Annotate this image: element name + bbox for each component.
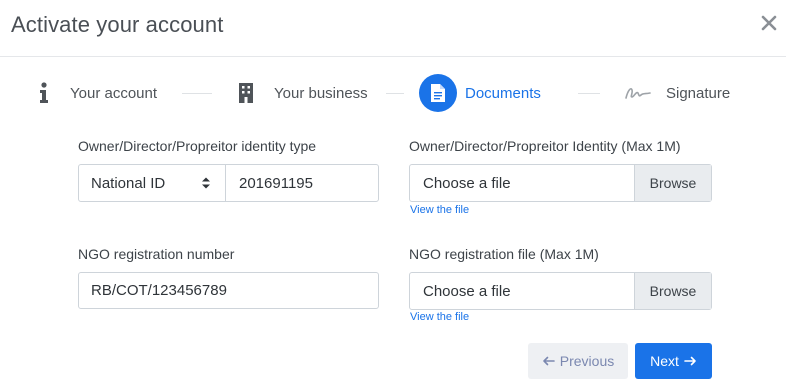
identity-file-input[interactable]: Choose a file Browse	[409, 164, 712, 202]
step-label-signature: Signature	[666, 84, 731, 102]
step-signature[interactable]: Signature	[625, 72, 730, 114]
arrow-right-icon	[684, 356, 696, 366]
identity-number-input[interactable]: 201691195	[225, 164, 379, 202]
close-icon[interactable]	[760, 14, 778, 32]
ngo-number-input[interactable]: RB/COT/123456789	[78, 272, 379, 309]
ngo-file-browse-button[interactable]: Browse	[634, 273, 711, 309]
step-label-documents: Documents	[465, 84, 541, 102]
ngo-file-input[interactable]: Choose a file Browse	[409, 272, 712, 310]
identity-view-file-link[interactable]: View the file	[410, 204, 469, 216]
step-label-your-account: Your account	[70, 84, 158, 102]
dialog-header: Activate your account	[0, 0, 786, 57]
document-icon	[419, 74, 457, 112]
identity-file-browse-button[interactable]: Browse	[634, 165, 711, 201]
signature-icon	[625, 82, 651, 104]
next-button-label: Next	[650, 353, 679, 369]
step-label-your-business: Your business	[274, 84, 368, 102]
previous-button[interactable]: Previous	[528, 343, 628, 379]
step-your-business[interactable]: Your business	[235, 72, 368, 114]
identity-type-select[interactable]: National ID	[78, 164, 226, 202]
step-connector	[182, 93, 212, 94]
step-connector	[578, 93, 600, 94]
step-connector	[386, 93, 404, 94]
arrow-left-icon	[542, 356, 555, 366]
ngo-number-label: NGO registration number	[78, 246, 235, 262]
info-icon	[33, 82, 55, 104]
ngo-file-label: NGO registration file (Max 1M)	[409, 246, 599, 262]
progress-stepper: Your account Your business Documents Sig…	[0, 72, 786, 114]
next-button[interactable]: Next	[635, 343, 712, 379]
step-your-account[interactable]: Your account	[33, 72, 157, 114]
select-arrows-icon	[202, 177, 210, 189]
step-documents[interactable]: Documents	[419, 72, 541, 114]
building-icon	[235, 82, 257, 104]
ngo-file-placeholder[interactable]: Choose a file	[410, 273, 634, 309]
ngo-view-file-link[interactable]: View the file	[410, 311, 469, 323]
previous-button-label: Previous	[559, 353, 615, 369]
identity-type-value: National ID	[91, 174, 166, 192]
identity-file-placeholder[interactable]: Choose a file	[410, 165, 634, 201]
dialog-title: Activate your account	[11, 12, 224, 37]
identity-file-label: Owner/Director/Propreitor Identity (Max …	[409, 138, 681, 154]
identity-type-label: Owner/Director/Propreitor identity type	[78, 138, 317, 154]
